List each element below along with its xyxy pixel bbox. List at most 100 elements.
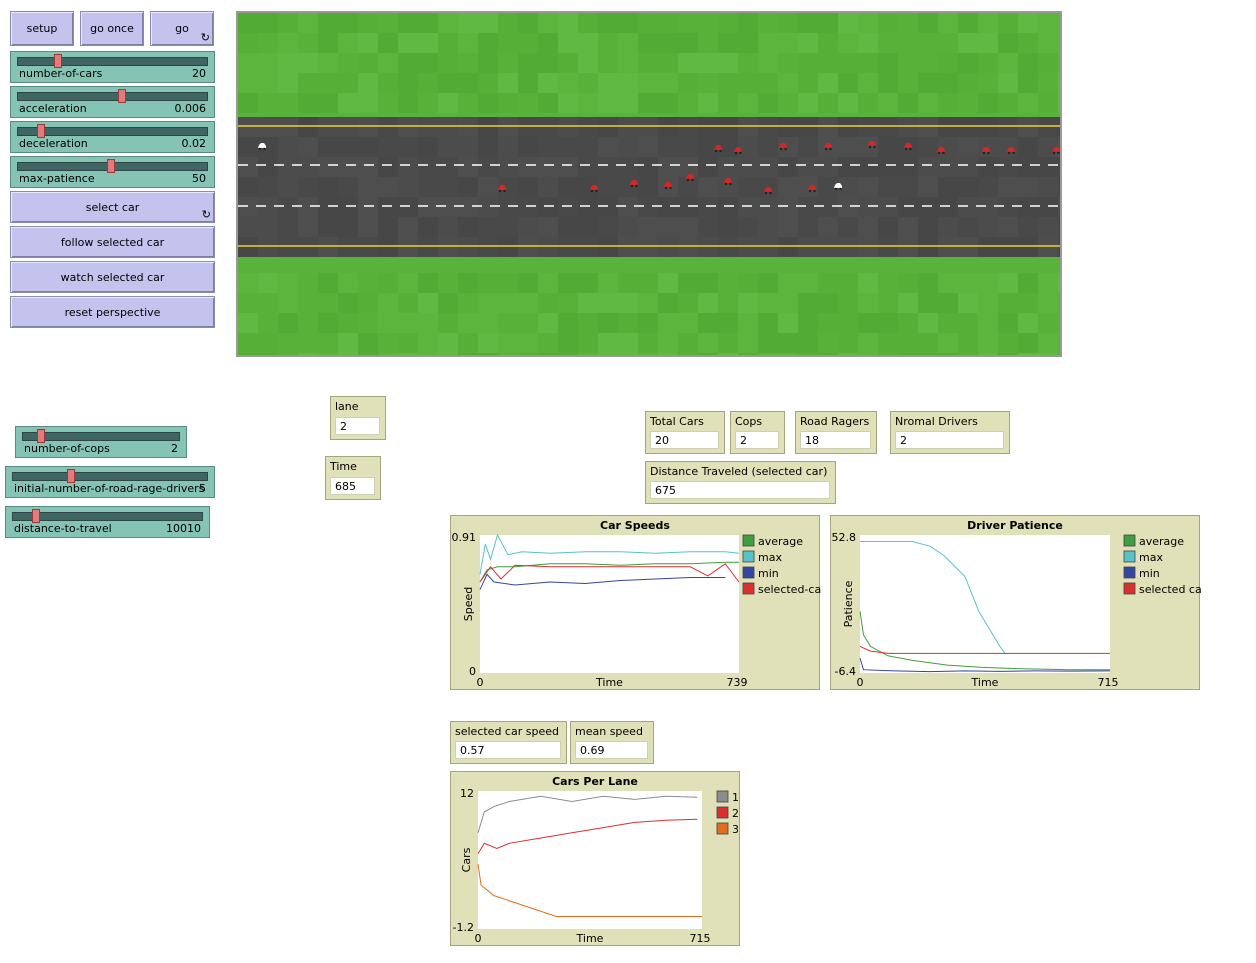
slider-track [17,57,208,66]
grass-tile [758,13,778,33]
grass-tile [298,313,318,333]
go-label: go [175,22,189,35]
grass-tile [878,73,898,93]
road-tile [318,177,338,197]
grass-tile [958,33,978,53]
slider-knob[interactable] [106,159,115,173]
grass-tile [598,333,618,353]
grass-tile [698,73,718,93]
grass-tile [798,313,818,333]
select-car-button[interactable]: select car ↻ [10,191,215,223]
grass-tile [278,93,298,113]
grass-tile [698,93,718,113]
monitor-label: Total Cars [650,415,704,428]
slider-knob[interactable] [53,54,62,68]
road-tile [1038,157,1058,177]
slider-knob[interactable] [37,429,45,443]
road-tile [258,217,278,237]
car-wheel [1007,151,1011,155]
grass-tile [338,93,358,113]
road-tile [458,217,478,237]
reset-perspective-button[interactable]: reset perspective [10,296,215,328]
setup-button[interactable]: setup [10,11,74,46]
world-view[interactable] [236,11,1062,357]
grass-tile [798,273,818,293]
grass-tile [358,53,378,73]
road-tile [478,217,498,237]
go-once-button[interactable]: go once [80,11,144,46]
legend-swatch [1123,550,1136,563]
road-tile [958,177,978,197]
grass-tile [718,33,738,53]
distance-to-travel-slider[interactable]: distance-to-travel 10010 [5,506,210,538]
grass-tile [838,73,858,93]
grass-tile [818,293,838,313]
grass-tile [398,13,418,33]
grass-tile [898,273,918,293]
road-tile [518,217,538,237]
grass-tile [758,53,778,73]
road-tile [358,137,378,157]
slider-knob[interactable] [117,89,126,103]
grass-tile [1058,273,1060,293]
grass-tile [1058,313,1060,333]
grass-tile [698,353,718,355]
grass-tile [558,353,578,355]
plot-canvas: 0 0.91 0 739 Time Speed average max min selected-… [452,531,822,689]
car-wheel [691,178,694,182]
number-of-cops-slider[interactable]: number-of-cops 2 [15,426,187,458]
grass-tile [378,73,398,93]
grass-tile [518,293,538,313]
slider-value: 10010 [166,522,201,535]
grass-tile [398,53,418,73]
grass-tile [578,313,598,333]
grass-tile [498,93,518,113]
grass-tile [318,293,338,313]
deceleration-slider[interactable]: deceleration 0.02 [10,121,215,153]
monitor-value: 20 [650,431,719,449]
grass-tile [918,53,938,73]
grass-tile [258,313,278,333]
number-of-cars-slider[interactable]: number-of-cars 20 [10,51,215,83]
grass-tile [758,273,778,293]
road-tile [578,217,598,237]
grass-tile [658,313,678,333]
road-tile [238,237,258,257]
road-tile [538,197,558,217]
slider-track [17,127,208,136]
max-patience-slider[interactable]: max-patience 50 [10,156,215,188]
road-tile [778,117,798,137]
road-tile [498,197,518,217]
watch-selected-car-button[interactable]: watch selected car [10,261,215,293]
grass-tile [858,353,878,355]
slider-knob[interactable] [66,469,75,483]
road-tile [758,197,778,217]
initial-road-rage-slider[interactable]: initial-number-of-road-rage-drivers 5 [5,466,215,498]
slider-track [17,92,208,101]
road-tile [978,117,998,137]
legend-swatch [716,822,729,835]
slider-knob[interactable] [32,509,41,523]
watch-selected-car-label: watch selected car [60,270,165,284]
road-tile [518,197,538,217]
grass-tile [678,273,698,293]
follow-selected-car-button[interactable]: follow selected car [10,226,215,258]
road-tile [998,157,1018,177]
grass-tile [518,53,538,73]
road-tile [1058,217,1060,237]
go-button[interactable]: go ↻ [150,11,214,46]
grass-tile [478,293,498,313]
road-tile [918,177,938,197]
grass-tile [498,33,518,53]
grass-tile [358,293,378,313]
slider-knob[interactable] [37,124,46,138]
road-tile [938,197,958,217]
road-tile [698,237,718,257]
grass-tile [258,293,278,313]
road-tile [958,137,978,157]
road-tile [298,137,318,157]
grass-tile [878,313,898,333]
road-tile [918,237,938,257]
acceleration-slider[interactable]: acceleration 0.006 [10,86,215,118]
x-tick-label: 0 [857,676,864,689]
